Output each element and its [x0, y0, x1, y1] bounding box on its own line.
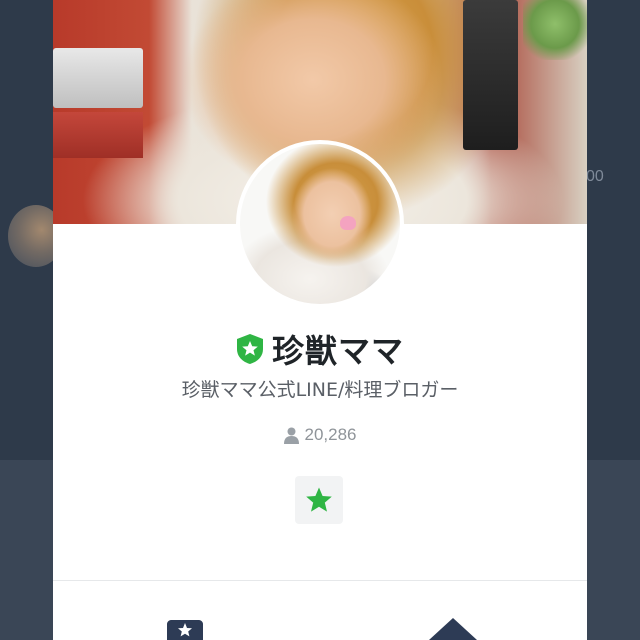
person-icon — [283, 427, 299, 444]
cover-photo-appliance — [53, 48, 143, 108]
keep-icon[interactable] — [165, 620, 205, 640]
profile-card: 珍獣ママ 珍獣ママ公式LINE/料理ブロガー 20,286 — [53, 0, 587, 640]
background-partial-text: 00 — [586, 168, 604, 185]
cover-photo-appliance-base — [53, 112, 143, 158]
background-panel-left — [0, 460, 53, 640]
profile-name-row: 珍獣ママ — [53, 327, 587, 371]
profile-status-message: 珍獣ママ公式LINE/料理ブロガー — [181, 379, 459, 401]
favorite-button[interactable] — [295, 476, 343, 524]
cover-photo-machine — [463, 0, 518, 150]
friends-count-row: 20,286 — [53, 424, 587, 446]
profile-name: 珍獣ママ — [271, 332, 404, 370]
star-icon — [306, 487, 332, 512]
home-icon[interactable] — [429, 618, 477, 640]
shield-star-icon — [236, 334, 263, 364]
avatar-heart — [340, 216, 356, 230]
friends-count: 20,286 — [304, 425, 357, 444]
profile-avatar[interactable] — [236, 140, 404, 308]
background-panel-right — [587, 460, 640, 640]
actions-divider — [53, 580, 587, 581]
cover-photo-plant — [523, 0, 587, 60]
